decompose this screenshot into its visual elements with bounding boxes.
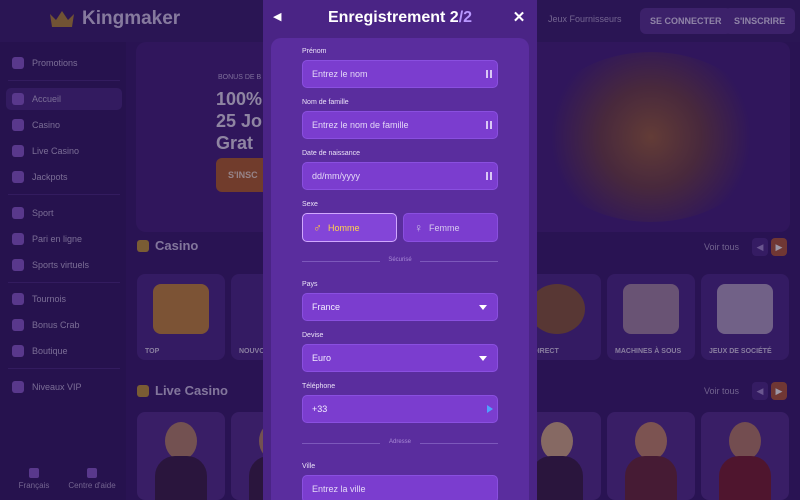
divider-line [420, 443, 498, 444]
close-icon[interactable]: ✕ [511, 8, 527, 26]
currency-value: Euro [312, 353, 332, 363]
country-select[interactable]: France [302, 293, 498, 321]
phone-field[interactable]: +33 [302, 395, 498, 423]
divider-line [420, 261, 498, 262]
chevron-down-icon [479, 356, 487, 361]
divider-text: Adresse [388, 439, 411, 445]
modal-header: ◀ Enregistrement 2/2 ✕ [263, 0, 537, 38]
security-divider: Sécurisé [302, 256, 498, 266]
phone-label: Téléphone [302, 383, 336, 390]
chevron-down-icon [479, 305, 487, 310]
address-divider: Adresse [302, 438, 498, 448]
last-name-placeholder: Entrez le nom de famille [312, 120, 409, 130]
male-symbol-icon: ♂ [313, 220, 322, 235]
gender-option-male[interactable]: ♂ Homme [302, 213, 397, 242]
country-label: Pays [302, 281, 318, 288]
birth-date-field[interactable]: dd/mm/yyyy [302, 162, 498, 190]
first-name-placeholder: Entrez le nom [312, 69, 368, 79]
city-field[interactable]: Entrez la ville [302, 475, 498, 500]
gender-option-label: Homme [328, 222, 360, 233]
first-name-label: Prénom [302, 48, 327, 55]
modal-title: Enregistrement 2/2 [263, 9, 537, 27]
gender-label: Sexe [302, 201, 318, 208]
registration-form: Prénom Entrez le nom Nom de famille Entr… [271, 38, 529, 500]
gender-option-female[interactable]: ♀ Femme [403, 213, 498, 242]
autofill-icon [486, 70, 492, 78]
birth-date-label: Date de naissance [302, 150, 360, 157]
modal-title-text: Enregistrement [327, 9, 446, 26]
autofill-icon [486, 121, 492, 129]
modal-step-current: 2 [449, 9, 459, 26]
phone-value: +33 [312, 404, 328, 414]
city-placeholder: Entrez la ville [312, 484, 366, 494]
first-name-field[interactable]: Entrez le nom [302, 60, 498, 88]
registration-modal: ◀ Enregistrement 2/2 ✕ Prénom Entrez le … [263, 0, 537, 500]
send-icon[interactable] [487, 405, 493, 413]
birth-date-placeholder: dd/mm/yyyy [312, 171, 361, 181]
last-name-label: Nom de famille [302, 99, 349, 106]
last-name-field[interactable]: Entrez le nom de famille [302, 111, 498, 139]
divider-text: Sécurisé [388, 257, 412, 263]
autofill-icon [486, 172, 492, 180]
gender-option-label: Femme [429, 222, 460, 233]
currency-label: Devise [302, 332, 324, 339]
country-value: France [312, 302, 341, 312]
female-symbol-icon: ♀ [414, 220, 423, 235]
modal-step-total: /2 [458, 9, 473, 26]
currency-select[interactable]: Euro [302, 344, 498, 372]
city-label: Ville [302, 463, 316, 470]
